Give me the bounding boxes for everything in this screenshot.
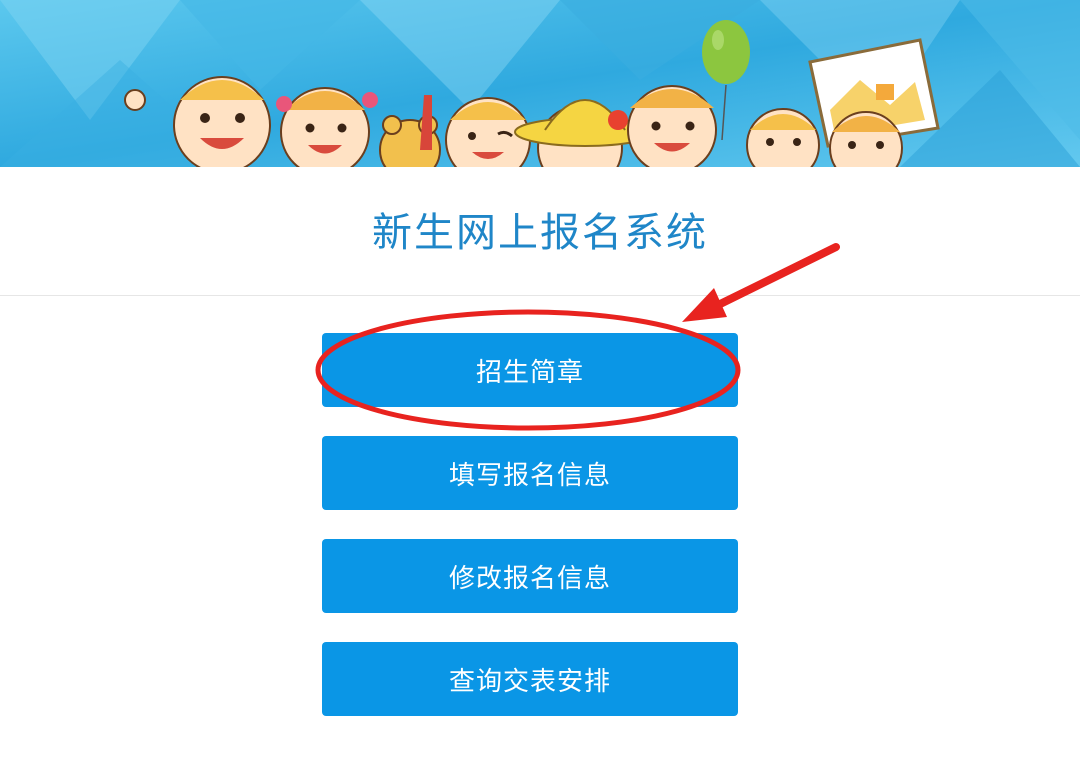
menu-button-modify-registration[interactable]: 修改报名信息 (322, 539, 738, 613)
menu-button-enrollment-guide[interactable]: 招生简章 (322, 333, 738, 407)
menu-button-query-submission[interactable]: 查询交表安排 (322, 642, 738, 716)
header-banner (0, 0, 1080, 167)
title-area: 新生网上报名系统 (0, 167, 1080, 296)
cartoon-children-banner-icon (0, 0, 1080, 167)
page: 新生网上报名系统 招生简章 填写报名信息 修改报名信息 查询交表安排 (0, 0, 1080, 771)
menu-button-fill-registration[interactable]: 填写报名信息 (322, 436, 738, 510)
page-title: 新生网上报名系统 (372, 210, 708, 256)
